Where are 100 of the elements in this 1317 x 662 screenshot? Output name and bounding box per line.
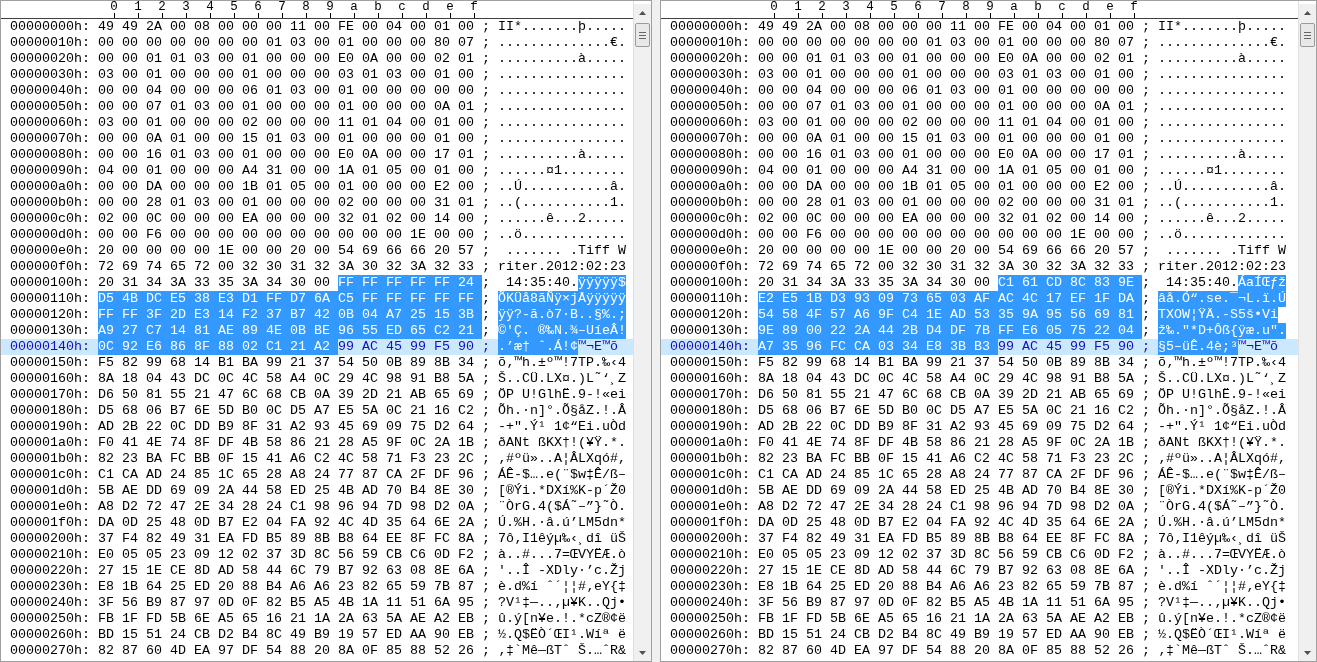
- hex-row[interactable]: 00000220h: 27 15 1E CE 8D AD 58 44 6C 79 B7 92 63 08 8E 6A ; '..Î -XDly·’c.Žj: [661, 563, 1298, 579]
- hex-row[interactable]: 00000120h: FF FF 3F 2D E3 14 F2 37 B7 42 0B 04 A7 25 15 3B ; ÿÿ?-ã.ò7·B..§%.;: [1, 307, 633, 323]
- hex-row[interactable]: 00000220h: 27 15 1E CE 8D AD 58 44 6C 79 B7 92 63 08 8E 6A ; '..Î -XDly·’c.Žj: [1, 563, 633, 579]
- hex-row[interactable]: 00000150h: F5 82 99 68 14 B1 BA 99 21 37 54 50 0B 89 8B 34 ; õ‚™h.±º™!7TP.‰‹4: [1, 355, 633, 371]
- ascii-text: ................: [497, 83, 626, 99]
- hex-row[interactable]: 00000070h: 00 00 0A 01 00 00 15 01 03 00 01 00 00 00 01 00 ; ................: [1, 131, 633, 147]
- hex-row[interactable]: 00000210h: E0 05 05 23 09 12 02 37 3D 8C 56 59 CB C6 0D F2 ; à..#...7=ŒVYËÆ.ò: [661, 547, 1298, 563]
- hex-row[interactable]: 00000000h: 49 49 2A 00 08 00 00 00 11 00 FE 00 04 00 01 00 ; II*.......þ.....: [661, 19, 1298, 35]
- hex-row[interactable]: 00000170h: D6 50 81 55 21 47 6C 68 CB 0A 39 2D 21 AB 65 69 ; ÖP U!GlhË.9-!«ei: [661, 387, 1298, 403]
- hex-row[interactable]: 00000030h: 03 00 01 00 00 00 01 00 00 00 03 01 03 00 01 00 ; ................: [1, 67, 633, 83]
- hex-row[interactable]: 00000260h: BD 15 51 24 CB D2 B4 8C 49 B9 19 57 ED AA 90 EB ; ½.Q$ËÒ´ŒI¹.Wíª ë: [661, 627, 1298, 643]
- hex-row[interactable]: 00000260h: BD 15 51 24 CB D2 B4 8C 49 B9 19 57 ED AA 90 EB ; ½.Q$ËÒ´ŒI¹.Wíª ë: [1, 627, 633, 643]
- hex-row[interactable]: 00000190h: AD 2B 22 0C DD B9 8F 31 A2 93 45 69 09 75 D2 64 ; -+".Ý¹ 1¢“Ei.uÒd: [661, 419, 1298, 435]
- hex-row[interactable]: 00000100h: 20 31 34 3A 33 35 3A 34 30 00 FF FF FF FF FF 24 ; 14:35:40.ÿÿÿÿÿ$: [1, 275, 633, 291]
- hex-row[interactable]: 00000210h: E0 05 05 23 09 12 02 37 3D 8C 56 59 CB C6 0D F2 ; à..#...7=ŒVYËÆ.ò: [1, 547, 633, 563]
- hex-row[interactable]: 00000160h: 8A 18 04 43 DC 0C 4C 58 A4 0C 29 4C 98 91 B8 5A ; Š..CÜ.LX¤.)L˜‘¸Z: [661, 371, 1298, 387]
- hex-row[interactable]: 00000230h: E8 1B 64 25 ED 20 88 B4 A6 A6 23 82 65 59 7B 87 ; è.d%í ˆ´¦¦#‚eY{‡: [1, 579, 633, 595]
- hex-row[interactable]: 00000060h: 03 00 01 00 00 00 02 00 00 00 11 01 04 00 01 00 ; ................: [661, 115, 1298, 131]
- hex-row[interactable]: 00000200h: 37 F4 82 49 31 EA FD B5 89 8B B8 64 EE 8F FC 8A ; 7ô‚I1êýµ‰‹¸dî üŠ: [1, 531, 633, 547]
- hex-row[interactable]: 000001e0h: A8 D2 72 47 2E 34 28 24 C1 98 96 94 7D 98 D2 0A ; ¨ÒrG.4($Á˜–”}˜Ò.: [1, 499, 633, 515]
- hex-row[interactable]: 000001f0h: DA 0D 25 48 0D B7 E2 04 FA 92 4C 4D 35 64 6E 2A ; Ú.%H.·â.ú’LM5dn*: [661, 515, 1298, 531]
- hex-row[interactable]: 00000250h: FB 1F FD 5B 6E A5 65 16 21 1A 2A 63 5A AE A2 EB ; û.ý[n¥e.!.*cZ®¢ë: [1, 611, 633, 627]
- hex-row[interactable]: 000000d0h: 00 00 F6 00 00 00 00 00 00 00 00 00 00 1E 00 00 ; ..ö.............: [661, 227, 1298, 243]
- hex-row[interactable]: 00000170h: D6 50 81 55 21 47 6C 68 CB 0A 39 2D 21 AB 65 69 ; ÖP U!GlhË.9-!«ei: [1, 387, 633, 403]
- hex-row[interactable]: 000000a0h: 00 00 DA 00 00 00 1B 01 05 00 01 00 00 00 E2 00 ; ..Ú...........â.: [661, 179, 1298, 195]
- hex-row[interactable]: 00000200h: 37 F4 82 49 31 EA FD B5 89 8B B8 64 EE 8F FC 8A ; 7ô‚I1êýµ‰‹¸dî üŠ: [661, 531, 1298, 547]
- hex-row[interactable]: 00000090h: 04 00 01 00 00 00 A4 31 00 00 1A 01 05 00 01 00 ; ......¤1........: [661, 163, 1298, 179]
- hex-row[interactable]: 00000090h: 04 00 01 00 00 00 A4 31 00 00 1A 01 05 00 01 00 ; ......¤1........: [1, 163, 633, 179]
- hex-row[interactable]: 00000240h: 3F 56 B9 87 97 0D 0F 82 B5 A5 4B 1A 11 51 6A 95 ; ?V¹‡—..‚µ¥K..Qj•: [661, 595, 1298, 611]
- hex-row[interactable]: 00000000h: 49 49 2A 00 08 00 00 00 11 00 FE 00 04 00 01 00 ; II*.......þ.....: [1, 19, 633, 35]
- hex-row[interactable]: 000000f0h: 72 69 74 65 72 00 32 30 31 32 3A 30 32 3A 32 33 ; riter.2012:02:23: [1, 259, 633, 275]
- hex-row[interactable]: 000001c0h: C1 CA AD 24 85 1C 65 28 A8 24 77 87 CA 2F DF 96 ; ÁÊ-$….e(¨$w‡Ê/ß–: [1, 467, 633, 483]
- hex-bytes: D6 50 81 55 21 47 6C 68 CB 0A 39 2D 21 AB 65 69: [758, 387, 1135, 403]
- hex-bytes: E8 1B 64 25 ED 20 88 B4 A6 A6 23 82 65 59 7B 87: [758, 579, 1135, 595]
- hex-row[interactable]: 000001c0h: C1 CA AD 24 85 1C 65 28 A8 24 77 87 CA 2F DF 96 ; ÁÊ-$….e(¨$w‡Ê/ß–: [661, 467, 1298, 483]
- scrollbar[interactable]: [633, 1, 651, 661]
- hex-row[interactable]: 00000100h: 20 31 34 3A 33 35 3A 34 30 00 C1 61 CD 8C 83 9E ; 14:35:40.ÁaÍŒƒž: [661, 275, 1298, 291]
- hex-row[interactable]: 00000250h: FB 1F FD 5B 6E A5 65 16 21 1A 2A 63 5A AE A2 EB ; û.ý[n¥e.!.*cZ®¢ë: [661, 611, 1298, 627]
- hex-row[interactable]: 000001a0h: F0 41 4E 74 8F DF 4B 58 86 21 28 A5 9F 0C 2A 1B ; ðANt ßKX†!(¥Ÿ.*.: [661, 435, 1298, 451]
- hex-row[interactable]: 00000110h: D5 4B DC E5 38 E3 D1 FF D7 6A C5 FF FF FF FF FF ; ÕKÜå8ãÑÿ×jÅÿÿÿÿÿ: [1, 291, 633, 307]
- hex-row[interactable]: 000000b0h: 00 00 28 01 03 00 01 00 00 00 02 00 00 00 31 01 ; ..(...........1.: [661, 195, 1298, 211]
- hex-row[interactable]: 000000e0h: 20 00 00 00 00 1E 00 00 20 00 54 69 66 66 20 57 ; ....... .Tiff W: [1, 243, 633, 259]
- caret-up-icon: [639, 10, 646, 15]
- scrollbar-thumb[interactable]: [1300, 23, 1315, 47]
- hex-row[interactable]: 000000d0h: 00 00 F6 00 00 00 00 00 00 00 00 00 00 1E 00 00 ; ..ö.............: [1, 227, 633, 243]
- hex-row[interactable]: 000001b0h: 82 23 BA FC BB 0F 15 41 A6 C2 4C 58 71 F3 23 2C ; ‚#ºü»..A¦ÂLXqó#,: [661, 451, 1298, 467]
- offset-label: 000001c0h:: [670, 467, 750, 483]
- hex-row[interactable]: 00000130h: A9 27 C7 14 81 AE 89 4E 0B BE 96 55 ED 65 C2 21 ; ©'Ç. ®‰N.¾–UíeÂ!: [1, 323, 633, 339]
- scrollbar[interactable]: [1298, 1, 1316, 661]
- hex-row[interactable]: 00000010h: 00 00 00 00 00 00 00 01 03 00 01 00 00 00 80 07 ; ..............€.: [1, 35, 633, 51]
- hex-row[interactable]: 00000030h: 03 00 01 00 00 00 01 00 00 00 03 01 03 00 01 00 ; ................: [661, 67, 1298, 83]
- ascii-text: ÿÿÿÿÿ$: [577, 275, 626, 291]
- separator-text: ;: [481, 195, 490, 211]
- hex-row[interactable]: 000000e0h: 20 00 00 00 00 1E 00 00 20 00 54 69 66 66 20 57 ; ....... .Tiff W: [661, 243, 1298, 259]
- ascii-text: ‚‡`Mê—ßTˆ Š.…ˆR&: [1157, 643, 1286, 659]
- hex-row[interactable]: 00000110h: E2 E5 1B D3 93 09 73 65 03 AF AC 4C 17 EF 1F DA ; âå.Ó“.se.¯¬L.ï.Ú: [661, 291, 1298, 307]
- hex-row[interactable]: 000000c0h: 02 00 0C 00 00 00 EA 00 00 00 32 01 02 00 14 00 ; ......ê...2.....: [1, 211, 633, 227]
- hex-row[interactable]: 00000020h: 00 00 01 01 03 00 01 00 00 00 E0 0A 00 00 02 01 ; ..........à.....: [661, 51, 1298, 67]
- separator-text: ;: [481, 307, 490, 323]
- hex-row[interactable]: 00000180h: D5 68 06 B7 6E 5D B0 0C D5 A7 E5 5A 0C 21 16 C2 ; Õh.·n]°.Õ§åZ.!.Â: [661, 403, 1298, 419]
- hex-row[interactable]: 00000240h: 3F 56 B9 87 97 0D 0F 82 B5 A5 4B 1A 11 51 6A 95 ; ?V¹‡—..‚µ¥K..Qj•: [1, 595, 633, 611]
- hex-row[interactable]: 000001b0h: 82 23 BA FC BB 0F 15 41 A6 C2 4C 58 71 F3 23 2C ; ‚#ºü»..A¦ÂLXqó#,: [1, 451, 633, 467]
- scrollbar-thumb[interactable]: [635, 23, 650, 47]
- hex-row[interactable]: 00000160h: 8A 18 04 43 DC 0C 4C 58 A4 0C 29 4C 98 91 B8 5A ; Š..CÜ.LX¤.)L˜‘¸Z: [1, 371, 633, 387]
- hex-row[interactable]: 000001d0h: 5B AE DD 69 09 2A 44 58 ED 25 4B AD 70 B4 8E 30 ; [®Ýi.*DXí%K-p´Ž0: [661, 483, 1298, 499]
- hex-row[interactable]: 000000b0h: 00 00 28 01 03 00 01 00 00 00 02 00 00 00 31 01 ; ..(...........1.: [1, 195, 633, 211]
- hex-row[interactable]: 00000140h: A7 35 96 FC CA 03 34 E8 3B B3 99 AC 45 99 F5 90 ; §5–üÊ.4è;³™¬E™õ: [661, 339, 1298, 355]
- hex-row[interactable]: 00000080h: 00 00 16 01 03 00 01 00 00 00 E0 0A 00 00 17 01 ; ..........à.....: [661, 147, 1298, 163]
- hex-row[interactable]: 000000c0h: 02 00 0C 00 00 00 EA 00 00 00 32 01 02 00 14 00 ; ......ê...2.....: [661, 211, 1298, 227]
- hex-row[interactable]: 000001e0h: A8 D2 72 47 2E 34 28 24 C1 98 96 94 7D 98 D2 0A ; ¨ÒrG.4($Á˜–”}˜Ò.: [661, 499, 1298, 515]
- hex-row[interactable]: 00000050h: 00 00 07 01 03 00 01 00 00 00 01 00 00 00 0A 01 ; ................: [661, 99, 1298, 115]
- hex-row[interactable]: 00000270h: 82 87 60 4D EA 97 DF 54 88 20 8A 0F 85 88 52 26 ; ‚‡`Mê—ßTˆ Š.…ˆR&: [1, 643, 633, 659]
- hex-row[interactable]: 00000140h: 0C 92 E6 86 8F 88 02 C1 21 A2 99 AC 45 99 F5 90 ; .’æ† ˆ.Á!¢™¬E™õ: [1, 339, 633, 355]
- hex-row[interactable]: 000000f0h: 72 69 74 65 72 00 32 30 31 32 3A 30 32 3A 32 33 ; riter.2012:02:23: [661, 259, 1298, 275]
- hex-row[interactable]: 00000080h: 00 00 16 01 03 00 01 00 00 00 E0 0A 00 00 17 01 ; ..........à.....: [1, 147, 633, 163]
- hex-row[interactable]: 000001f0h: DA 0D 25 48 0D B7 E2 04 FA 92 4C 4D 35 64 6E 2A ; Ú.%H.·â.ú’LM5dn*: [1, 515, 633, 531]
- hex-bytes: FF FF 3F 2D E3 14 F2 37 B7 42 0B 04 A7 25 15 3B: [98, 307, 482, 323]
- hex-row[interactable]: 000001a0h: F0 41 4E 74 8F DF 4B 58 86 21 28 A5 9F 0C 2A 1B ; ðANt ßKX†!(¥Ÿ.*.: [1, 435, 633, 451]
- hex-row[interactable]: 00000180h: D5 68 06 B7 6E 5D B0 0C D5 A7 E5 5A 0C 21 16 C2 ; Õh.·n]°.Õ§åZ.!.Â: [1, 403, 633, 419]
- separator-text: ;: [1141, 83, 1150, 99]
- hex-row[interactable]: 00000040h: 00 00 04 00 00 00 06 01 03 00 01 00 00 00 00 00 ; ................: [1, 83, 633, 99]
- hex-row[interactable]: 00000010h: 00 00 00 00 00 00 00 01 03 00 01 00 00 00 80 07 ; ..............€.: [661, 35, 1298, 51]
- hex-row[interactable]: 00000230h: E8 1B 64 25 ED 20 88 B4 A6 A6 23 82 65 59 7B 87 ; è.d%í ˆ´¦¦#‚eY{‡: [661, 579, 1298, 595]
- hex-bytes: A9 27 C7 14 81 AE 89 4E 0B BE 96 55 ED 65 C2 21: [98, 323, 482, 339]
- hex-row[interactable]: 00000130h: 9E 89 00 22 2A 44 2B D4 DF 7B FF E6 05 75 22 04 ; ž‰."*D+Ôß{ÿæ.u".: [661, 323, 1298, 339]
- hex-row[interactable]: 00000040h: 00 00 04 00 00 00 06 01 03 00 01 00 00 00 00 00 ; ................: [661, 83, 1298, 99]
- hex-row[interactable]: 00000190h: AD 2B 22 0C DD B9 8F 31 A2 93 45 69 09 75 D2 64 ; -+".Ý¹ 1¢“Ei.uÒd: [1, 419, 633, 435]
- hex-row[interactable]: 000001d0h: 5B AE DD 69 09 2A 44 58 ED 25 4B AD 70 B4 8E 30 ; [®Ýi.*DXí%K-p´Ž0: [1, 483, 633, 499]
- hex-row[interactable]: 000000a0h: 00 00 DA 00 00 00 1B 01 05 00 01 00 00 00 E2 00 ; ..Ú...........â.: [1, 179, 633, 195]
- hex-bytes: 00 00 0A 01 00 00 15 01 03 00 01 00 00 00 01 00: [758, 131, 1135, 147]
- separator-text: ;: [481, 163, 490, 179]
- hex-row[interactable]: 00000150h: F5 82 99 68 14 B1 BA 99 21 37 54 50 0B 89 8B 34 ; õ‚™h.±º™!7TP.‰‹4: [661, 355, 1298, 371]
- hex-row[interactable]: 00000050h: 00 00 07 01 03 00 01 00 00 00 01 00 00 00 0A 01 ; ................: [1, 99, 633, 115]
- offset-label: 00000240h:: [10, 595, 90, 611]
- hex-row[interactable]: 00000070h: 00 00 0A 01 00 00 15 01 03 00 01 00 00 00 01 00 ; ................: [661, 131, 1298, 147]
- hex-row[interactable]: 00000020h: 00 00 01 01 03 00 01 00 00 00 E0 0A 00 00 02 01 ; ..........à.....: [1, 51, 633, 67]
- hex-row[interactable]: 00000060h: 03 00 01 00 00 00 02 00 00 00 11 01 04 00 01 00 ; ................: [1, 115, 633, 131]
- hex-row[interactable]: 00000120h: 54 58 4F 57 A6 9F C4 1E AD 53 35 9A 95 56 69 81 ; TXOW¦ŸÄ.-S5š•Vi: [661, 307, 1298, 323]
- hex-row[interactable]: 00000270h: 82 87 60 4D EA 97 DF 54 88 20 8A 0F 85 88 52 26 ; ‚‡`Mê—ßTˆ Š.…ˆR&: [661, 643, 1298, 659]
- offset-label: 00000190h:: [10, 419, 90, 435]
